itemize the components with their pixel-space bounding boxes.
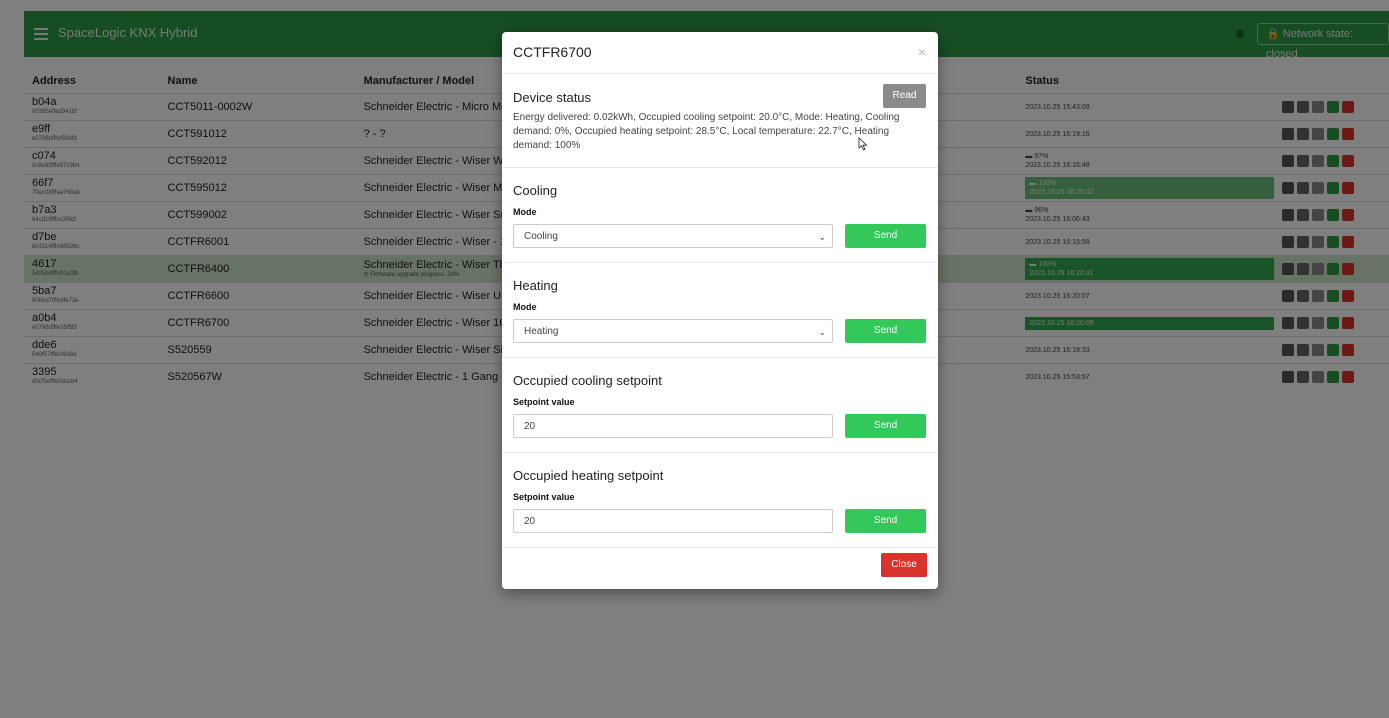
heating-setpoint-send-button[interactable]: Send (845, 509, 926, 533)
device-status-text: Energy delivered: 0.02kWh, Occupied cool… (513, 112, 900, 151)
device-modal: CCTFR6700 × Device status Read Energy de… (502, 32, 938, 589)
modal-header: CCTFR6700 × (502, 32, 938, 74)
close-button[interactable]: Close (881, 553, 927, 577)
cooling-title: Cooling (513, 183, 558, 198)
cooling-setpoint-section: Occupied cooling setpoint Setpoint value… (502, 358, 938, 453)
cooling-setpoint-label: Setpoint value (513, 397, 575, 407)
device-status-section: Device status Read Energy delivered: 0.0… (502, 74, 938, 168)
heating-setpoint-label: Setpoint value (513, 492, 575, 502)
heating-section: Heating Mode Heating ⌄ Send (502, 263, 938, 358)
chevron-down-icon: ⌄ (818, 232, 826, 242)
heating-mode-label: Mode (513, 302, 537, 312)
chevron-down-icon: ⌄ (818, 327, 826, 337)
cooling-section: Cooling Mode Cooling ⌄ Send (502, 168, 938, 263)
close-icon[interactable]: × (918, 44, 926, 60)
heating-setpoint-section: Occupied heating setpoint Setpoint value… (502, 453, 938, 548)
heating-setpoint-title: Occupied heating setpoint (513, 468, 664, 483)
read-button[interactable]: Read (883, 84, 926, 108)
cooling-mode-label: Mode (513, 207, 537, 217)
device-status-title: Device status (513, 90, 592, 105)
modal-title: CCTFR6700 (513, 44, 592, 60)
heating-setpoint-input[interactable]: 20 (513, 509, 833, 533)
cooling-mode-select[interactable]: Cooling ⌄ (513, 224, 833, 248)
cooling-send-button[interactable]: Send (845, 224, 926, 248)
heating-send-button[interactable]: Send (845, 319, 926, 343)
cooling-setpoint-input[interactable]: 20 (513, 414, 833, 438)
heating-mode-select[interactable]: Heating ⌄ (513, 319, 833, 343)
mouse-pointer-icon (858, 137, 868, 151)
cooling-setpoint-title: Occupied cooling setpoint (513, 373, 662, 388)
cooling-setpoint-send-button[interactable]: Send (845, 414, 926, 438)
heating-title: Heating (513, 278, 558, 293)
